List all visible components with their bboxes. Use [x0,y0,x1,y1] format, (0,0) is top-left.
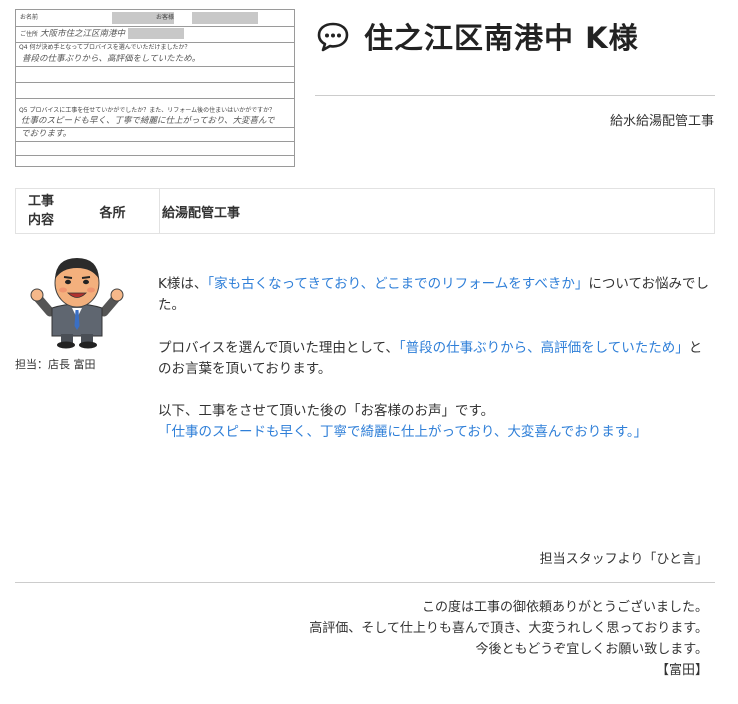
survey-redacted-age [192,12,258,24]
staff-caption: 担当：店長 富田 [15,358,96,371]
survey-q4-answer: 普段の仕事ぶりから、高評価をしていたため。 [22,54,201,64]
customer-voice-quote: 「仕事のスピードも早く、丁寧で綺麗に仕上がっており、大変喜んでおります。」 [158,424,648,440]
reason-quote: 「普段の仕事ぶりから、高評価をしていたため」 [398,340,689,356]
work-details-label: 工事 内容 [27,194,54,228]
work-content: 給湯配管工事 [162,205,241,221]
survey-form-image: お名前 お客様 ご住所 大阪市住之江区南港中 Q4 何が決め手となってプロバイス… [15,9,295,167]
staff-avatar [30,258,124,349]
customer-voice-paragraph: 以下、工事をさせて頂いた後の「お客様のお声」です。 「仕事のスピードも早く、丁寧… [158,401,714,443]
staff-signature: 【富田】 [655,663,708,678]
survey-q5-answer-line2: でおります。 [21,129,72,139]
reason-paragraph: プロバイスを選んで頂いた理由として、「普段の仕事ぶりから、高評価をしていたため」… [158,340,703,377]
survey-address-label: ご住所 [20,31,39,38]
survey-name-label: お名前 [20,14,39,21]
work-details-table: 工事 内容 各所 給湯配管工事 [15,188,715,234]
survey-redacted-address [128,28,184,39]
survey-address-value: 大阪市住之江区南港中 [40,29,126,39]
work-location: 各所 [66,189,160,233]
staff-message-divider [15,582,715,583]
staff-message-heading: 担当スタッフより「ひと言」 [539,552,708,567]
survey-age-label: お客様 [156,14,175,21]
work-category: 給水給湯配管工事 [609,114,714,129]
page-title: 住之江区南港中 K様 [364,21,639,55]
staff-message: この度は工事の御依頼ありがとうございました。 高評価、そして仕上りも喜んで頂き、… [309,597,708,681]
customer-concern-quote: 「家も古くなってきており、どこまでのリフォームをすべきか」 [207,276,589,292]
intro-paragraph: K様は、「家も古くなってきており、どこまでのリフォームをすべきか」についてお悩み… [158,276,710,313]
survey-q5-label: Q5 プロバイスに工事を任せていかがでしたか？また、リフォーム後の住まいはいかが… [19,107,276,114]
survey-q5-answer-line1: 仕事のスピードも早く、丁寧で綺麗に仕上がっており、大変喜んで [21,116,275,126]
title-divider [315,95,715,96]
page-header: 住之江区南港中 K様 [316,14,639,58]
speech-bubble-icon [317,22,349,52]
survey-q4-label: Q4 何が決め手となってプロバイスを選んでいただけましたか？ [19,44,191,51]
